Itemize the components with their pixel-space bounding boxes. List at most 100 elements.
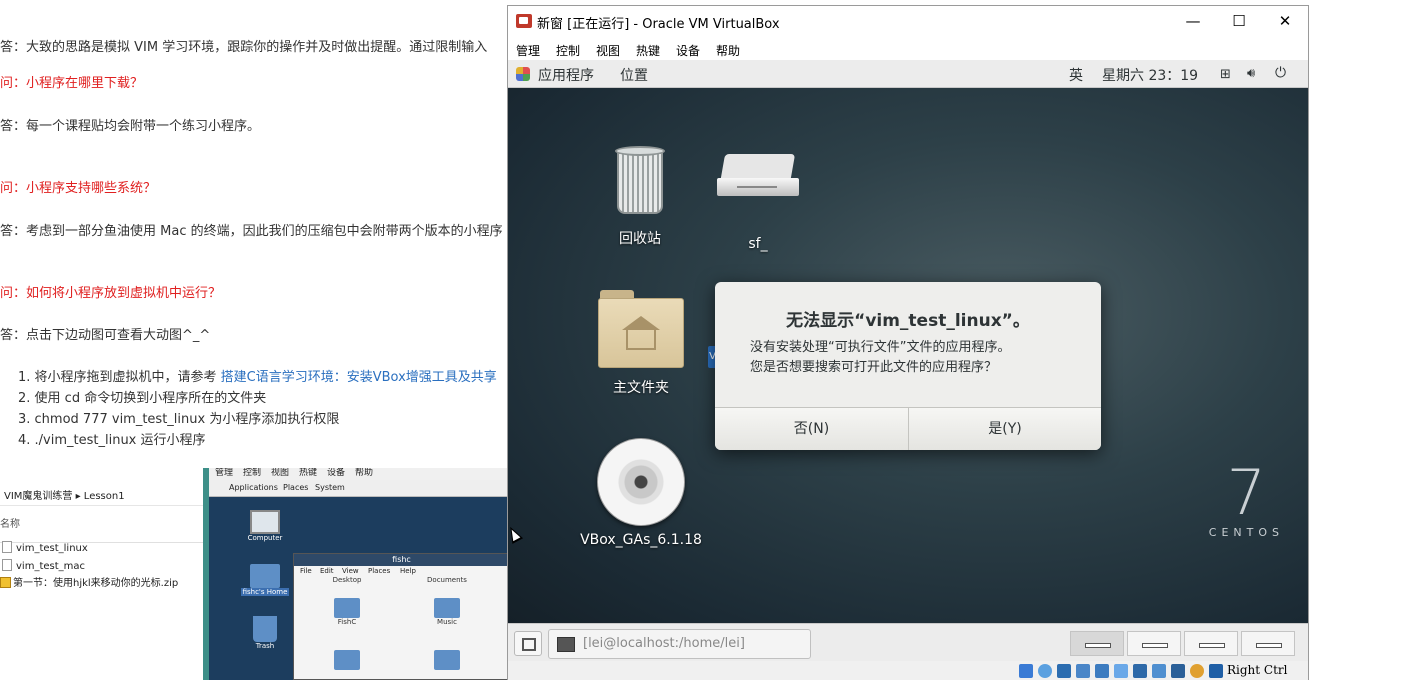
optical-drive-icon[interactable] [1038,664,1052,678]
column-header-name: 名称 [0,519,20,530]
menu-label: 管理 [215,468,234,478]
home-folder-icon [598,288,684,370]
audio-icon[interactable] [1057,664,1071,678]
network-icon[interactable]: ⊞ [1220,67,1231,82]
hard-disk-icon[interactable] [1019,664,1033,678]
close-button[interactable]: ✕ [1262,6,1308,38]
show-desktop-button[interactable] [514,631,542,656]
step-3: 3. chmod 777 vim_test_linux 为小程序添加执行权限 [18,412,340,427]
guest-desktop[interactable]: 应用程序 位置 英 星期六 23：19 ⊞ 🔊︎ ⏻ 回收站 sf_ 主文件夹 [508,60,1308,623]
file-manager-preview: fishc File Edit View Places Help Desktop… [293,553,510,680]
breadcrumb: VIM魔鬼训练营 ▸ Lesson1 [0,488,203,506]
icon-label: fishc's Home [240,588,290,596]
home-folder-icon: fishc's Home [235,564,295,596]
menu-label: 帮助 [355,468,374,478]
display-icon[interactable] [1133,664,1147,678]
folder-icon [434,650,460,670]
power-icon[interactable]: ⏻ [1275,65,1286,81]
dialog-line-2: 您是否想要搜索可打开此文件的应用程序？ [750,360,998,375]
virtualbox-window: 新窗 [正在运行] - Oracle VM VirtualBox — ☐ ✕ 管… [507,5,1309,680]
centos-wordmark: CENTOS [1208,526,1284,539]
vbox-menu-preview: 管理 控制 视图 热键 设备 帮助 [209,468,510,480]
window-title: fishc [294,554,509,566]
centos-version: 7 [1226,456,1267,529]
menu-label: Edit [320,567,334,575]
screen: 答：大致的思路是模拟 VIM 学习环境，跟踪你的操作并及时做出提醒。通过限制输入… [0,0,1423,680]
desktop-icon-home[interactable]: 主文件夹 [594,288,688,397]
gnome-top-bar: 应用程序 位置 英 星期六 23：19 ⊞ 🔊︎ ⏻ [508,60,1308,88]
workspace-1[interactable] [1070,631,1124,656]
shared-folders-icon[interactable] [1114,664,1128,678]
answer-download: 答：每一个课程贴均会附带一个练习小程序。 [0,119,261,134]
volume-icon[interactable]: 🔊︎ [1247,66,1255,81]
virtualization-icon[interactable] [1171,664,1185,678]
menu-help[interactable]: 帮助 [716,42,740,59]
no-button[interactable]: 否(N) [715,408,908,450]
taskbar-item-label: [lei@localhost:/home/lei] [583,636,745,651]
mouse-integration-icon[interactable] [1190,664,1204,678]
folder-row-2 [322,650,372,670]
article-animated-image[interactable]: VIM魔鬼训练营 ▸ Lesson1 名称 vim_test_linux vim… [0,468,510,680]
keyboard-capture-icon[interactable] [1209,664,1223,678]
desktop-icon-trash[interactable]: 回收站 [600,146,680,248]
file-item: 第一节：使用hjkl来移动你的光标.zip [0,576,178,592]
window-titlebar[interactable]: 新窗 [正在运行] - Oracle VM VirtualBox — ☐ ✕ [508,6,1308,38]
trash-icon: Trash [235,616,295,650]
desktop-icon-vbox-disc[interactable]: VBox_GAs_6.1.18 [574,438,708,548]
desktop-icon-shared-folder[interactable]: sf_ [713,146,803,252]
article-content: 答：大致的思路是模拟 VIM 学习环境，跟踪你的操作并及时做出提醒。通过限制输入… [0,0,510,470]
menu-label: Places [368,567,391,575]
menu-view[interactable]: 视图 [596,42,620,59]
centos6-vm-preview: 管理 控制 视图 热键 设备 帮助 Applications Places Sy… [203,468,510,680]
step-1-text: 1. 将小程序拖到虚拟机中，请参考 [18,370,221,385]
icon-label: VBox_GAs_6.1.18 [580,532,702,548]
maximize-button[interactable]: ☐ [1216,6,1262,38]
disc-icon [597,438,685,526]
menu-devices[interactable]: 设备 [676,42,700,59]
centos-logo: 7 CENTOS [1208,456,1284,540]
usb-icon[interactable] [1095,664,1109,678]
step-1-link[interactable]: 搭建C语言学习环境：安装VBox增强工具及共享 [221,370,497,385]
yes-button[interactable]: 是(Y) [908,408,1101,450]
trash-icon [611,146,669,218]
menu-hotkey[interactable]: 热键 [636,42,660,59]
menu-label: 热键 [299,468,318,478]
input-method-indicator[interactable]: 英 [1069,65,1083,85]
menu-control[interactable]: 控制 [556,42,580,59]
file-icon [2,541,12,553]
minimize-button[interactable]: — [1170,6,1216,38]
network-status-icon[interactable] [1076,664,1090,678]
menu-label: View [342,567,359,575]
applications-icon [516,67,530,81]
folder-fishc: FishC [322,598,372,626]
step-2: 2. 使用 cd 命令切换到小程序所在的文件夹 [18,391,267,406]
answer-run-vm: 答：点击下边动图可查看大动图^_^ [0,328,211,343]
workspace-4[interactable] [1241,631,1295,656]
window-edge [203,468,209,680]
icon-label: Computer [247,534,283,542]
answer-systems: 答：考虑到一部分鱼油使用 Mac 的终端，因此我们的压缩包中会附带两个版本的小程… [0,224,503,239]
step-4: 4. ./vim_test_linux 运行小程序 [18,433,206,448]
video-capture-icon[interactable] [1152,664,1166,678]
folder-icon [334,650,360,670]
menu-machine[interactable]: 管理 [516,42,540,59]
workspace-2[interactable] [1127,631,1181,656]
menu-label: File [300,567,312,575]
question-run-vm: 问：如何将小程序放到虚拟机中运行？ [0,286,222,301]
taskbar-terminal-item[interactable]: [lei@localhost:/home/lei] [548,629,811,659]
file-name: vim_test_mac [16,561,86,572]
vbox-statusbar: Right Ctrl [508,661,1308,680]
folder-documents: Documents [427,576,467,584]
music-folder-icon [434,598,460,618]
menu-label: Places [283,483,309,492]
clock[interactable]: 星期六 23：19 [1102,65,1198,85]
dialog-line-1: 没有安装处理“可执行文件”文件的应用程序。 [750,340,1011,355]
folder-music: Music [422,598,472,626]
places-menu[interactable]: 位置 [620,65,648,85]
dialog-buttons: 否(N) 是(Y) [715,407,1101,450]
icon-label: 回收站 [619,231,661,247]
menu-label: 控制 [243,468,262,478]
workspace-3[interactable] [1184,631,1238,656]
step-1: 1. 将小程序拖到虚拟机中，请参考 搭建C语言学习环境：安装VBox增强工具及共… [18,366,528,385]
applications-menu[interactable]: 应用程序 [538,65,594,85]
